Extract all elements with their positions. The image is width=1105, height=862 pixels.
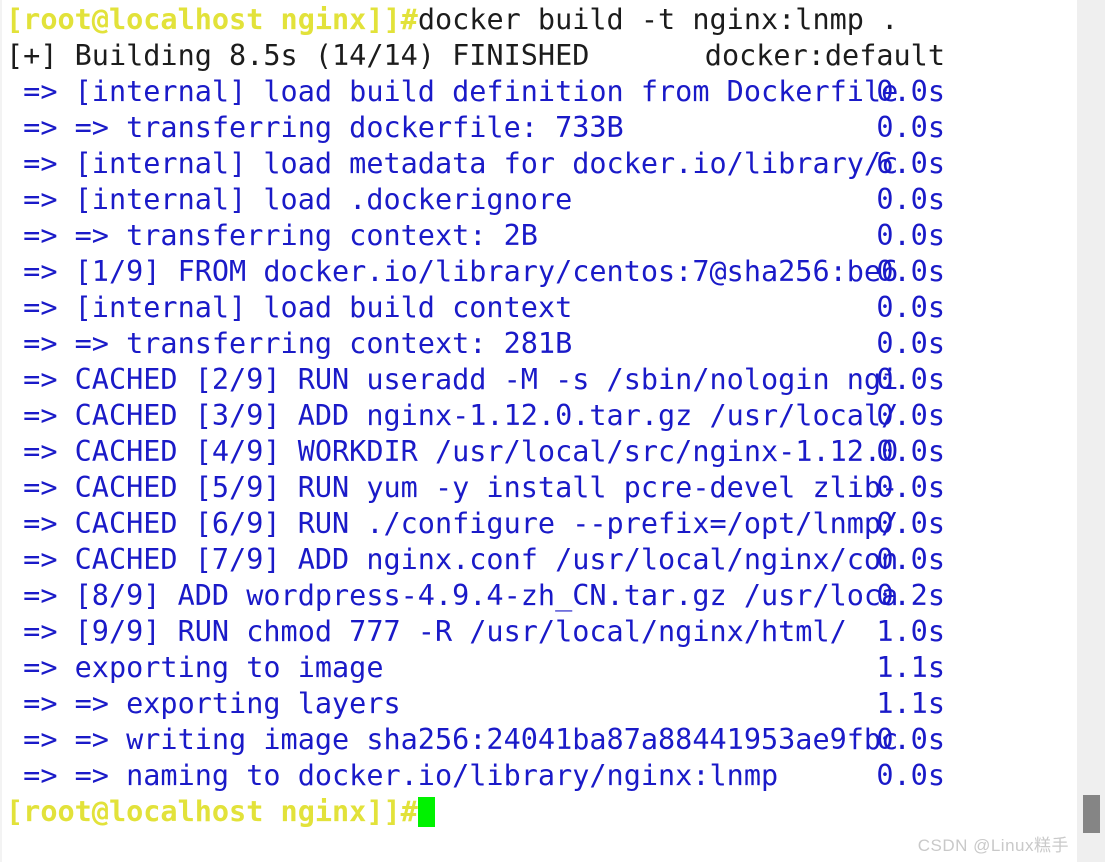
terminal-line: => => transferring dockerfile: 733B 0.0s	[0, 110, 1076, 146]
build-step-duration: 0.0s	[876, 759, 945, 792]
terminal-scrollbar-track[interactable]	[1077, 0, 1105, 862]
build-step-duration: 0.0s	[876, 543, 945, 576]
terminal-line: => CACHED [7/9] ADD nginx.conf /usr/loca…	[0, 542, 1076, 578]
terminal-line: [+] Building 8.5s (14/14) FINISHED docker…	[0, 38, 1076, 74]
terminal-line: => => naming to docker.io/library/nginx:…	[0, 758, 1076, 794]
build-step-duration: 0.0s	[876, 255, 945, 288]
terminal-line: => => writing image sha256:24041ba87a884…	[0, 722, 1076, 758]
terminal-line: [root@localhost nginx]]#docker build -t …	[0, 2, 1076, 38]
shell-prompt: [root@localhost nginx]]#	[6, 795, 418, 828]
terminal-line: => [internal] load build context 0.0s	[0, 290, 1076, 326]
build-step-duration: 0.0s	[876, 507, 945, 540]
terminal-line: => [9/9] RUN chmod 777 -R /usr/local/ngi…	[0, 614, 1076, 650]
shell-command: docker build -t nginx:lnmp .	[417, 3, 899, 36]
terminal-line: => exporting to image 1.1s	[0, 650, 1076, 686]
terminal-line: => CACHED [2/9] RUN useradd -M -s /sbin/…	[0, 362, 1076, 398]
text-cursor	[417, 797, 435, 827]
build-step-duration: 0.2s	[876, 579, 945, 612]
build-step-duration: 0.0s	[876, 291, 945, 324]
build-step-duration: 1.0s	[876, 615, 945, 648]
terminal-line: => => exporting layers 1.1s	[0, 686, 1076, 722]
build-step-duration: 0.0s	[876, 723, 945, 756]
build-step-duration: 0.0s	[876, 471, 945, 504]
terminal-line: => CACHED [6/9] RUN ./configure --prefix…	[0, 506, 1076, 542]
terminal-scrollbar-thumb[interactable]	[1083, 795, 1100, 833]
build-driver-label: docker:default	[704, 39, 945, 72]
terminal-window: [root@localhost nginx]]#docker build -t …	[0, 0, 1105, 862]
terminal-line: => CACHED [4/9] WORKDIR /usr/local/src/n…	[0, 434, 1076, 470]
terminal-line: => CACHED [5/9] RUN yum -y install pcre-…	[0, 470, 1076, 506]
build-step-duration: 1.1s	[876, 687, 945, 720]
build-step-duration: 6.0s	[876, 147, 945, 180]
terminal-line: => [internal] load build definition from…	[0, 74, 1076, 110]
terminal-line: => [1/9] FROM docker.io/library/centos:7…	[0, 254, 1076, 290]
terminal-line: [root@localhost nginx]]#	[0, 794, 1076, 830]
build-step-duration: 0.0s	[876, 399, 945, 432]
build-step-duration: 0.0s	[876, 111, 945, 144]
shell-prompt: [root@localhost nginx]]#	[6, 3, 418, 36]
build-step-duration: 1.1s	[876, 651, 945, 684]
build-step-duration: 0.0s	[876, 435, 945, 468]
watermark-label: CSDN @Linux糕手	[917, 836, 1069, 855]
build-step-duration: 0.0s	[876, 363, 945, 396]
build-step-duration: 0.0s	[876, 183, 945, 216]
terminal-line: => => transferring context: 281B 0.0s	[0, 326, 1076, 362]
terminal-line: => [internal] load metadata for docker.i…	[0, 146, 1076, 182]
terminal-line: => [8/9] ADD wordpress-4.9.4-zh_CN.tar.g…	[0, 578, 1076, 614]
terminal-line: => [internal] load .dockerignore 0.0s	[0, 182, 1076, 218]
terminal-line: => => transferring context: 2B 0.0s	[0, 218, 1076, 254]
terminal-line: => CACHED [3/9] ADD nginx-1.12.0.tar.gz …	[0, 398, 1076, 434]
build-step-duration: 0.0s	[876, 327, 945, 360]
build-step-duration: 0.0s	[876, 75, 945, 108]
build-step-duration: 0.0s	[876, 219, 945, 252]
terminal-output-area[interactable]: [root@localhost nginx]]#docker build -t …	[0, 0, 1076, 862]
